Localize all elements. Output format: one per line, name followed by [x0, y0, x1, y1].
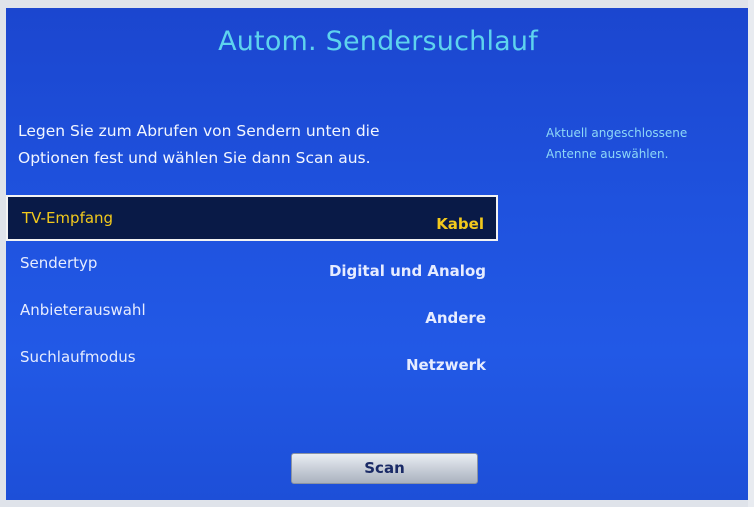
menu-item-sendertyp[interactable]: Sendertyp Digital und Analog: [6, 242, 498, 289]
menu-item-label: Anbieterauswahl: [20, 301, 146, 319]
menu-item-suchlaufmodus[interactable]: Suchlaufmodus Netzwerk: [6, 336, 498, 383]
menu-item-label: Suchlaufmodus: [20, 348, 136, 366]
help-line-2: Antenne auswählen.: [546, 147, 669, 161]
menu-item-anbieterauswahl[interactable]: Anbieterauswahl Andere: [6, 289, 498, 336]
menu-item-value: Digital und Analog: [328, 262, 486, 280]
page-title: Autom. Sendersuchlauf: [218, 26, 538, 57]
tv-screen: Autom. Sendersuchlauf Legen Sie zum Abru…: [6, 8, 750, 500]
menu-item-label: Sendertyp: [20, 254, 98, 272]
tv-bezel: [748, 0, 754, 507]
menu-item-tv-empfang[interactable]: TV-Empfang Kabel: [6, 195, 498, 241]
scan-button[interactable]: Scan: [291, 453, 478, 484]
menu-item-value: Netzwerk: [405, 356, 486, 374]
instructions-text: Legen Sie zum Abrufen von Sendern unten …: [18, 118, 488, 172]
help-text: Aktuell angeschlossene Antenne auswählen…: [546, 123, 746, 165]
menu-item-value: Kabel: [436, 215, 484, 233]
instructions-line-2: Optionen fest und wählen Sie dann Scan a…: [18, 149, 371, 167]
menu-item-value: Andere: [425, 309, 486, 327]
settings-menu: TV-Empfang Kabel Sendertyp Digital und A…: [6, 195, 498, 383]
instructions-line-1: Legen Sie zum Abrufen von Sendern unten …: [18, 122, 380, 140]
menu-item-label: TV-Empfang: [22, 209, 114, 227]
help-line-1: Aktuell angeschlossene: [546, 126, 688, 140]
